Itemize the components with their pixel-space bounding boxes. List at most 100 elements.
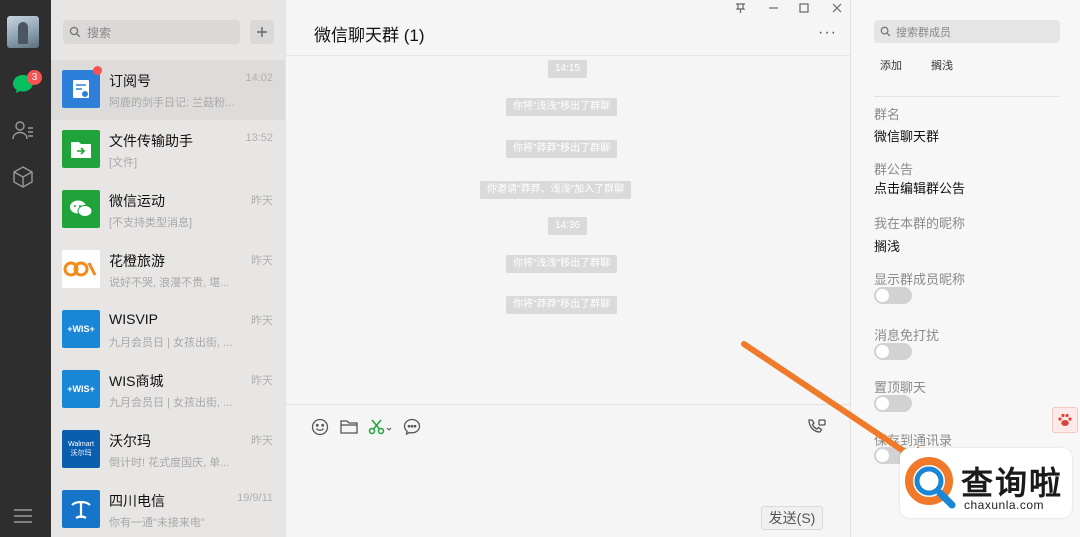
member-search-box[interactable]: 搜索群成员 xyxy=(874,20,1060,43)
unread-dot xyxy=(93,66,102,75)
timestamp: 14:15 xyxy=(548,60,588,78)
conversation-name: 文件传输助手 xyxy=(109,133,193,149)
system-message: 你将"浅浅"移出了群聊 xyxy=(506,98,618,116)
conversation-time: 昨天 xyxy=(251,315,273,327)
paw-icon[interactable] xyxy=(1052,407,1078,433)
conversation-preview: 九月会员日 | 女孩出街, ... xyxy=(109,337,233,349)
mute-label: 消息免打扰 xyxy=(874,328,940,343)
chat-title: 微信聊天群 (1) xyxy=(314,26,425,45)
system-message: 你邀请"莽莽、浅浅"加入了群聊 xyxy=(480,181,632,199)
list-item[interactable]: 订阅号 14:02 阿鹿的剑手日记: 兰菇粉... xyxy=(51,60,285,120)
search-icon xyxy=(69,26,81,38)
contacts-icon[interactable] xyxy=(11,118,35,142)
conversation-name: WISVIP xyxy=(109,311,159,327)
menu-icon[interactable] xyxy=(11,504,35,528)
watermark-logo: 查询啦 chaxunla.com xyxy=(900,448,1072,518)
pin-chat-toggle[interactable] xyxy=(874,395,912,412)
subscription-icon xyxy=(62,70,100,108)
conversation-time: 昨天 xyxy=(251,195,273,207)
conversation-preview: [文件] xyxy=(109,157,138,169)
search-magnifier-icon xyxy=(905,457,956,509)
show-nickname-label: 显示群成员昵称 xyxy=(874,272,966,287)
walmart-logo-subtext: 沃尔玛 xyxy=(70,450,92,457)
nav-rail: 3 xyxy=(0,0,51,537)
folder-icon[interactable] xyxy=(339,417,359,437)
conversation-list: 搜索 订阅号 14:02 阿鹿的剑手日记: 兰菇粉... 文件传输助手 13:5… xyxy=(51,0,285,537)
walmart-logo-icon: Walmart 沃尔玛 xyxy=(62,430,100,468)
maximize-icon[interactable] xyxy=(799,2,809,16)
screenshot-icon[interactable] xyxy=(367,417,393,437)
wis-logo-icon: +WIS+ xyxy=(62,370,100,408)
nickname-value[interactable]: 搁浅 xyxy=(874,236,900,255)
conversation-preview: 九月会员日 | 女孩出街, ... xyxy=(109,397,233,409)
user-avatar[interactable] xyxy=(7,16,39,48)
conversation-name: 花橙旅游 xyxy=(109,253,165,269)
china-telecom-icon xyxy=(62,490,100,528)
group-notice-value[interactable]: 点击编辑群公告 xyxy=(874,178,965,197)
conversation-name: 订阅号 xyxy=(109,73,151,89)
conversation-time: 昨天 xyxy=(251,375,273,387)
search-icon xyxy=(880,26,891,37)
member-search-input[interactable]: 搜索群成员 xyxy=(896,24,951,40)
close-icon[interactable] xyxy=(832,2,842,16)
panel-divider xyxy=(874,96,1059,97)
list-item[interactable]: Walmart 沃尔玛 沃尔玛 昨天 倒计时! 花式度国庆, 单... xyxy=(51,420,285,480)
conversation-preview: 你有一通"未接来电" xyxy=(109,517,205,529)
huacheng-logo-icon xyxy=(62,250,100,288)
chat-panel: 微信聊天群 (1) ··· 14:15 你将"浅浅"移出了群聊 你将"莽莽"移出… xyxy=(285,0,851,537)
watermark-url: chaxunla.com xyxy=(964,498,1045,512)
add-button[interactable] xyxy=(250,20,274,44)
system-message: 你将"浅浅"移出了群聊 xyxy=(506,255,618,273)
wis-logo-text: +WIS+ xyxy=(67,384,95,394)
conversation-name: 四川电信 xyxy=(109,493,165,509)
conversation-name: 沃尔玛 xyxy=(109,433,151,449)
search-box[interactable]: 搜索 xyxy=(63,20,240,44)
group-name-value[interactable]: 微信聊天群 xyxy=(874,126,939,145)
mute-toggle[interactable] xyxy=(874,343,912,360)
minimize-icon[interactable] xyxy=(768,0,779,14)
system-message: 你将"莽莽"移出了群聊 xyxy=(506,296,618,314)
conversation-preview: 阿鹿的剑手日记: 兰菇粉... xyxy=(109,97,235,109)
system-message: 你将"莽莽"移出了群聊 xyxy=(506,140,618,158)
group-name-label: 群名 xyxy=(874,107,901,122)
conversation-name: 微信运动 xyxy=(109,193,165,209)
list-item[interactable]: 四川电信 19/9/11 你有一通"未接来电" xyxy=(51,480,285,537)
emoji-icon[interactable] xyxy=(310,417,330,437)
plus-icon xyxy=(257,27,267,37)
conversation-time: 14:02 xyxy=(245,72,273,84)
conversation-time: 13:52 xyxy=(245,132,273,144)
list-item[interactable]: 微信运动 昨天 [不支持类型消息] xyxy=(51,180,285,240)
list-item[interactable]: +WIS+ WISVIP 昨天 九月会员日 | 女孩出街, ... xyxy=(51,300,285,360)
pin-window-icon[interactable] xyxy=(735,2,746,16)
conversation-preview: 说好不哭, 浪漫不贵, 堪... xyxy=(109,277,230,289)
chat-history-icon[interactable] xyxy=(402,417,422,437)
header-divider xyxy=(286,55,851,56)
walmart-logo-text: Walmart xyxy=(68,441,94,448)
conversation-preview: [不支持类型消息] xyxy=(109,217,193,229)
list-item[interactable]: 花橙旅游 昨天 说好不哭, 浪漫不贵, 堪... xyxy=(51,240,285,300)
pin-chat-label: 置顶聊天 xyxy=(874,380,927,395)
cube-icon[interactable] xyxy=(11,165,35,189)
conversation-time: 昨天 xyxy=(251,255,273,267)
call-icon[interactable] xyxy=(806,417,826,437)
conversation-time: 昨天 xyxy=(251,435,273,447)
input-divider xyxy=(286,404,851,405)
timestamp: 14:36 xyxy=(548,217,588,235)
wechat-sport-icon xyxy=(62,190,100,228)
show-nickname-toggle[interactable] xyxy=(874,287,912,304)
group-notice-label: 群公告 xyxy=(874,162,914,177)
add-member-button[interactable]: 添加 xyxy=(880,57,902,73)
list-item[interactable]: 文件传输助手 13:52 [文件] xyxy=(51,120,285,180)
conversation-preview: 倒计时! 花式度国庆, 单... xyxy=(109,457,230,469)
conversation-time: 19/9/11 xyxy=(237,492,273,504)
unread-badge: 3 xyxy=(27,70,42,85)
file-transfer-icon xyxy=(62,130,100,168)
wis-logo-text: +WIS+ xyxy=(67,324,95,334)
member-name[interactable]: 搁浅 xyxy=(931,57,953,73)
send-button[interactable]: 发送(S) xyxy=(761,506,823,530)
list-item[interactable]: +WIS+ WIS商城 昨天 九月会员日 | 女孩出街, ... xyxy=(51,360,285,420)
more-options-button[interactable]: ··· xyxy=(818,24,837,42)
search-input[interactable]: 搜索 xyxy=(87,24,111,41)
nickname-label: 我在本群的昵称 xyxy=(874,216,966,231)
wis-logo-icon: +WIS+ xyxy=(62,310,100,348)
